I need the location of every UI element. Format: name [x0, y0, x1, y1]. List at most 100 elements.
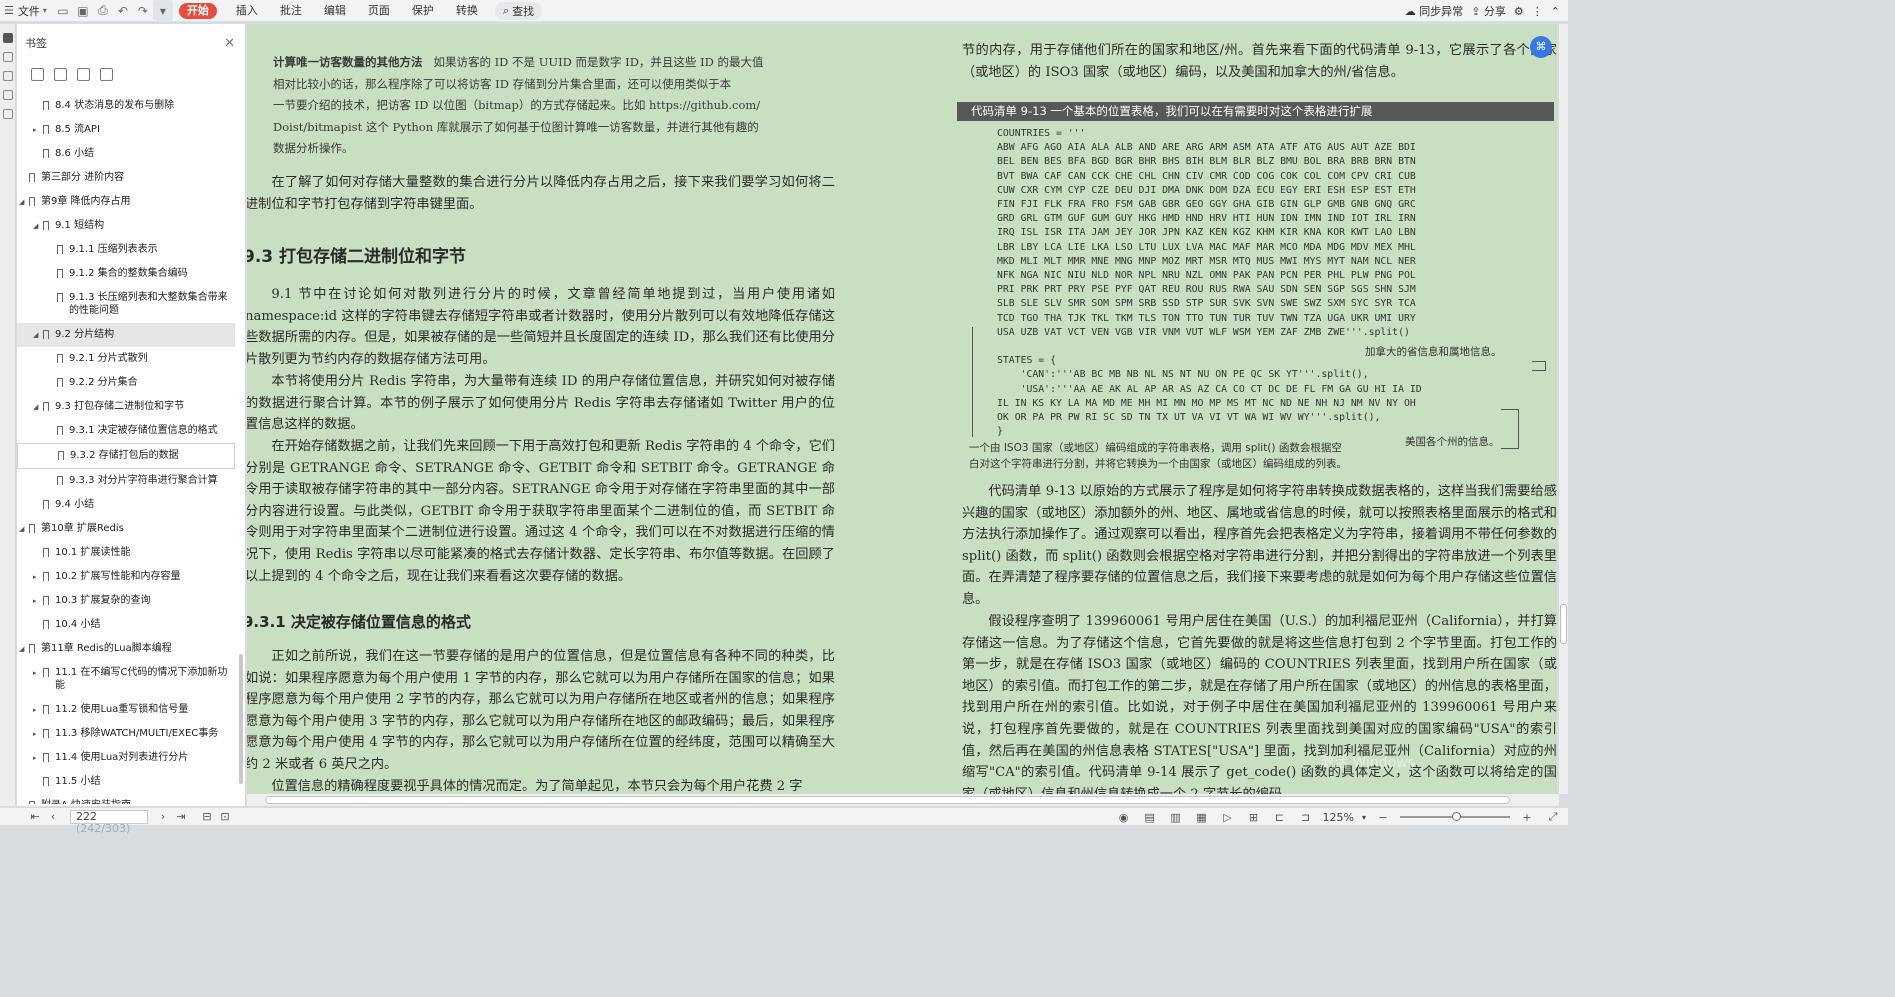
chevron-down-icon[interactable]: ▾ — [1362, 813, 1366, 822]
bookmark-icon[interactable] — [100, 67, 113, 81]
bookmark-item[interactable]: ▸ 11.1 在不编写C代码的情况下添加新功能 — [17, 661, 235, 698]
more-chevron-icon[interactable]: ▾ — [152, 0, 173, 22]
zoom-in-icon[interactable]: + — [1518, 811, 1536, 824]
vertical-scroll-thumb[interactable] — [1560, 604, 1567, 644]
more-icon[interactable]: ⋮ — [1532, 5, 1543, 18]
attachment-panel-icon[interactable] — [3, 109, 13, 119]
expand-arrow-icon[interactable]: ▸ — [33, 667, 41, 680]
tab-insert[interactable]: 插入 — [225, 0, 269, 22]
sidebar-scrollbar[interactable] — [239, 654, 243, 784]
prev-page-icon[interactable]: ‹ — [44, 810, 62, 823]
horizontal-scroll-thumb[interactable] — [265, 796, 1510, 804]
collapse-arrow-icon[interactable]: ◢ — [33, 220, 41, 233]
comment-panel-icon[interactable] — [3, 90, 13, 100]
floating-tool-button[interactable]: ⌘ — [1530, 36, 1552, 58]
tab-comment[interactable]: 批注 — [269, 0, 313, 22]
first-page-icon[interactable]: ⇤ — [26, 810, 44, 823]
fit-page-icon[interactable]: ⊞ — [1245, 811, 1263, 824]
expand-arrow-icon[interactable]: ▸ — [33, 728, 41, 741]
undo-icon[interactable]: ↶ — [113, 0, 133, 22]
double-page-icon[interactable]: ▦ — [1193, 811, 1211, 824]
expand-arrow-icon[interactable]: ▸ — [33, 704, 41, 717]
collapse-all-icon[interactable] — [54, 67, 67, 81]
crop-icon[interactable]: ⊏ — [1271, 811, 1289, 824]
print-icon[interactable]: ⎙ — [93, 0, 113, 22]
bookmark-panel-icon[interactable] — [3, 33, 13, 43]
bookmark-item[interactable]: ◢ 9.1 短结构 — [17, 214, 235, 238]
file-menu[interactable]: ☰ 文件 ▾ — [0, 0, 53, 22]
bookmark-item[interactable]: 9.3.3 对分片字符串进行聚合计算 — [17, 469, 235, 493]
bookmark-item[interactable]: ▸ 10.2 扩展写性能和内存容量 — [17, 565, 235, 589]
expand-arrow-icon[interactable]: ▸ — [33, 124, 41, 137]
expand-all-icon[interactable] — [31, 67, 44, 81]
bookmark-item[interactable]: 10.4 小结 — [17, 613, 235, 637]
bookmark-item[interactable]: 9.1.2 集合的整数集合编码 — [17, 262, 235, 286]
bookmark-item[interactable]: 附录A 快速安装指南 — [17, 794, 235, 804]
continuous-page-icon[interactable]: ▥ — [1167, 811, 1185, 824]
zoom-level[interactable]: 125% — [1323, 811, 1354, 824]
thumbnail-panel-icon[interactable] — [3, 52, 13, 62]
tab-edit[interactable]: 编辑 — [313, 0, 357, 22]
eye-icon[interactable]: ◉ — [1115, 811, 1133, 824]
fit-width-icon[interactable]: ⊟ — [198, 810, 216, 823]
bookmark-item[interactable]: 10.1 扩展读性能 — [17, 541, 235, 565]
add-bookmark-icon[interactable] — [77, 67, 90, 81]
zoom-slider[interactable] — [1400, 812, 1510, 821]
zoom-out-icon[interactable]: − — [1374, 811, 1392, 824]
bookmark-item[interactable]: 第三部分 进阶内容 — [17, 166, 235, 190]
page-panel-icon[interactable] — [3, 71, 13, 81]
vertical-scrollbar[interactable] — [1559, 24, 1568, 794]
redo-icon[interactable]: ↷ — [133, 0, 153, 22]
zoom-slider-knob[interactable] — [1452, 812, 1461, 821]
bookmark-item[interactable]: 9.3.1 决定被存储位置信息的格式 — [17, 419, 235, 443]
share-button[interactable]: ⇪ 分享 — [1471, 3, 1506, 19]
bookmark-item[interactable]: ◢ 第10章 扩展Redis — [17, 517, 235, 541]
bookmark-item[interactable]: 9.4 小结 — [17, 493, 235, 517]
bookmark-item[interactable]: 9.3.2 存储打包后的数据 — [17, 443, 235, 469]
stamp-icon[interactable]: ⊐ — [1297, 811, 1315, 824]
tab-convert[interactable]: 转换 — [445, 0, 489, 22]
bookmark-item[interactable]: ◢ 9.3 打包存储二进制位和字节 — [17, 395, 235, 419]
play-icon[interactable]: ▷ — [1219, 811, 1237, 824]
expand-arrow-icon[interactable]: ▸ — [33, 752, 41, 765]
bookmark-item[interactable]: 9.2.2 分片集合 — [17, 371, 235, 395]
close-icon[interactable]: ✕ — [224, 36, 235, 51]
bookmark-item[interactable]: ▸ 8.5 流API — [17, 118, 235, 142]
expand-arrow-icon[interactable]: ▸ — [33, 595, 41, 608]
collapse-arrow-icon[interactable]: ◢ — [19, 523, 27, 536]
settings-icon[interactable]: ⚙ — [1514, 5, 1524, 18]
bookmark-item[interactable]: 9.2.1 分片式散列 — [17, 347, 235, 371]
tab-start[interactable]: 开始 — [178, 2, 217, 19]
collapse-arrow-icon[interactable]: ◢ — [33, 401, 41, 414]
bookmark-item[interactable]: 8.4 状态消息的发布与删除 — [17, 94, 235, 118]
bookmark-item[interactable]: 11.5 小结 — [17, 770, 235, 794]
bookmark-item[interactable]: ◢ 第11章 Redis的Lua脚本编程 — [17, 637, 235, 661]
fullscreen-icon[interactable]: ⤢ — [1544, 810, 1562, 824]
bookmark-item[interactable]: 9.1.3 长压缩列表和大整数集合带来的性能问题 — [17, 286, 235, 323]
collapse-arrow-icon[interactable]: ◢ — [19, 196, 27, 209]
expand-arrow-icon[interactable]: ▸ — [33, 571, 41, 584]
tab-protect[interactable]: 保护 — [401, 0, 445, 22]
bookmark-item[interactable]: ◢ 9.2 分片结构 — [17, 323, 235, 347]
page-number-field[interactable]: 222 (242/303) — [70, 809, 148, 834]
single-page-icon[interactable]: ▤ — [1141, 811, 1159, 824]
bookmark-item[interactable]: ▸ 10.3 扩展复杂的查询 — [17, 589, 235, 613]
collapse-arrow-icon[interactable]: ◢ — [19, 643, 27, 656]
last-page-icon[interactable]: ⇥ — [172, 810, 190, 823]
collapse-icon[interactable]: ⌃ — [1551, 5, 1560, 18]
bookmark-item[interactable]: ◢ 第9章 降低内存占用 — [17, 190, 235, 214]
open-icon[interactable]: ▭ — [53, 0, 73, 22]
bookmark-item[interactable]: ▸ 11.3 移除WATCH/MULTI/EXEC事务 — [17, 722, 235, 746]
sync-button[interactable]: ☁ 同步异常 — [1405, 3, 1464, 19]
rotate-icon[interactable]: ⊡ — [216, 810, 234, 823]
collapse-arrow-icon[interactable]: ◢ — [33, 329, 41, 342]
bookmark-item[interactable]: 8.6 小结 — [17, 142, 235, 166]
next-page-icon[interactable]: › — [154, 810, 172, 823]
search-button[interactable]: ⌕ 查找 — [494, 1, 543, 20]
bookmark-item[interactable]: ▸ 11.4 使用Lua对列表进行分片 — [17, 746, 235, 770]
bookmark-item[interactable]: 9.1.1 压缩列表表示 — [17, 238, 235, 262]
save-icon[interactable]: ▣ — [73, 0, 93, 22]
horizontal-scrollbar[interactable] — [247, 794, 1559, 806]
tab-page[interactable]: 页面 — [357, 0, 401, 22]
bookmark-item[interactable]: ▸ 11.2 使用Lua重写锁和信号量 — [17, 698, 235, 722]
